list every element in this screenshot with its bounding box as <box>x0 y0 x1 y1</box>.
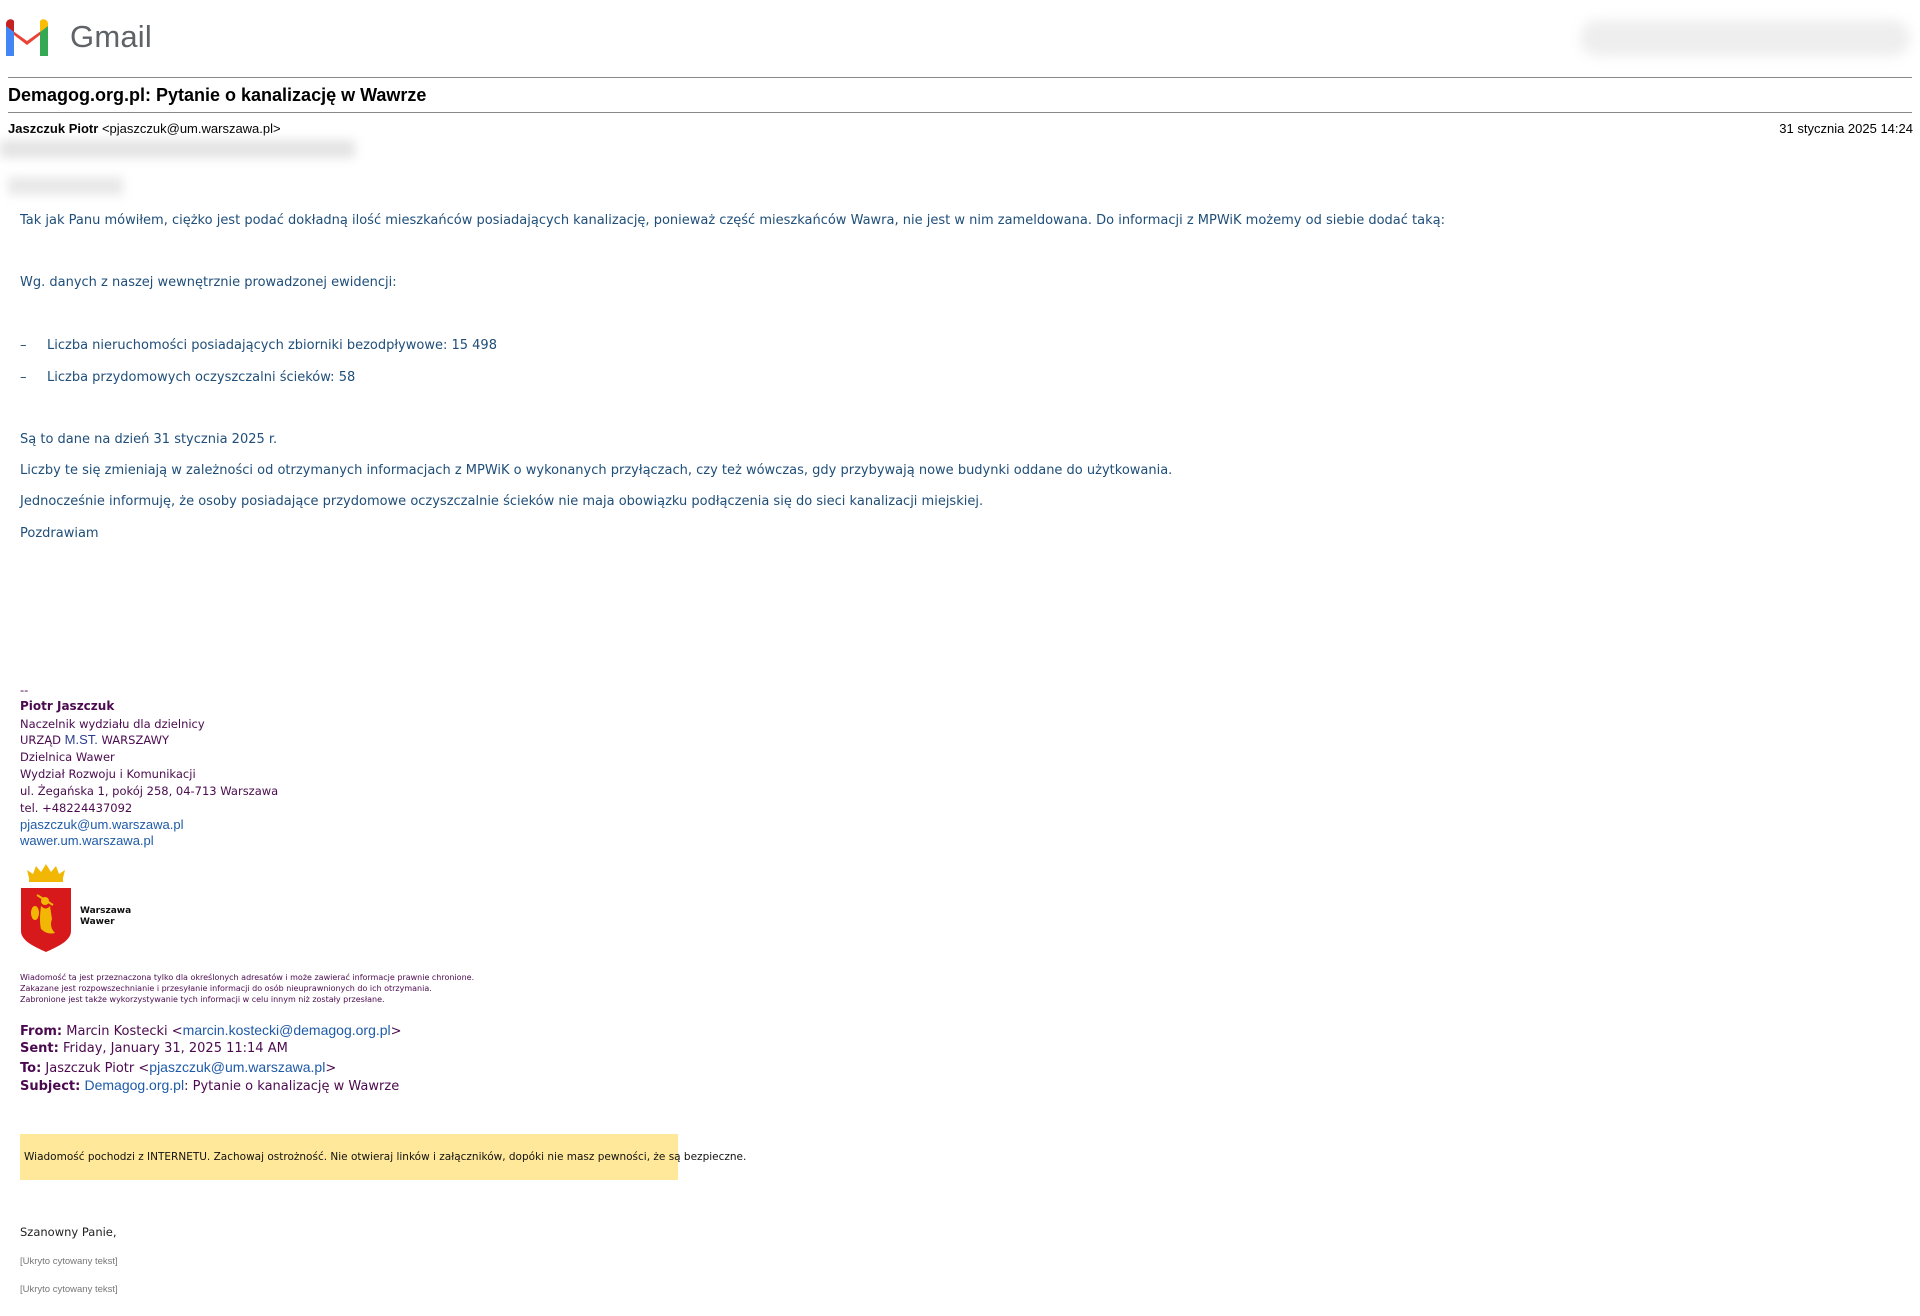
show-quoted-text-link[interactable]: [Ukryto cytowany tekst] <box>20 1284 118 1295</box>
forwarded-sent: Sent: Friday, January 31, 2025 11:14 AM <box>20 1041 288 1056</box>
gmail-wordmark[interactable]: Gmail <box>70 19 152 55</box>
from-email-link[interactable]: marcin.kostecki@demagog.org.pl <box>183 1022 391 1038</box>
to-email-link[interactable]: pjaszczuk@um.warszawa.pl <box>149 1059 325 1075</box>
office-part: M.ST. <box>64 732 98 747</box>
greeting-blurred <box>8 177 123 195</box>
sender-line: Jaszczuk Piotr <pjaszczuk@um.warszawa.pl… <box>8 121 281 136</box>
divider <box>8 77 1912 78</box>
subject-rest: : Pytanie o kanalizację w Wawrze <box>184 1079 400 1094</box>
gmail-logo-icon[interactable] <box>3 18 51 58</box>
from-close: > <box>390 1024 402 1039</box>
recipients-blurred <box>0 140 355 158</box>
from-label: From: <box>20 1024 63 1039</box>
forwarded-to: To: Jaszczuk Piotr <pjaszczuk@um.warszaw… <box>20 1059 336 1076</box>
subject-label: Subject: <box>20 1079 81 1094</box>
office-part: URZĄD <box>20 733 65 747</box>
show-quoted-text-link[interactable]: [Ukryto cytowany tekst] <box>20 1256 118 1267</box>
signature-district: Dzielnica Wawer <box>20 750 115 764</box>
external-email-warning-banner: Wiadomość pochodzi z INTERNETU. Zachowaj… <box>20 1134 746 1180</box>
signature-title: Naczelnik wydziału dla dzielnicy <box>20 717 205 731</box>
message-date: 31 stycznia 2025 14:24 <box>1779 121 1913 136</box>
signature-office: URZĄD M.ST. WARSZAWY <box>20 732 169 747</box>
body-paragraph: Jednocześnie informuję, że osoby posiada… <box>20 494 984 509</box>
body-paragraph: Są to dane na dzień 31 stycznia 2025 r. <box>20 432 278 447</box>
sent-label: Sent: <box>20 1041 59 1056</box>
signature-email-link[interactable]: pjaszczuk@um.warszawa.pl <box>20 817 183 832</box>
top-bar: Gmail <box>0 0 1920 74</box>
closing: Pozdrawiam <box>20 526 99 541</box>
crest-label: Warszawa Wawer <box>80 906 131 928</box>
to-name: Jaszczuk Piotr < <box>41 1061 150 1076</box>
signature-address: ul. Żegańska 1, pokój 258, 04-713 Warsza… <box>20 784 279 798</box>
bullet-item: Liczba przydomowych oczyszczalni ścieków… <box>47 370 356 385</box>
bullet-dash: – <box>20 338 27 353</box>
disclaimer-line: Zakazane jest rozpowszechnianie i przesy… <box>20 984 432 993</box>
message-subject: Demagog.org.pl: Pytanie o kanalizację w … <box>8 85 427 105</box>
signature-separator: -- <box>20 683 29 697</box>
body-paragraph: Liczby te się zmieniają w zależności od … <box>20 463 1173 478</box>
body-paragraph: Tak jak Panu mówiłem, ciężko jest podać … <box>20 213 1445 228</box>
office-part: WARSZAWY <box>97 733 169 747</box>
signature-department: Wydział Rozwoju i Komunikacji <box>20 767 196 781</box>
sent-value: Friday, January 31, 2025 11:14 AM <box>58 1041 288 1056</box>
crest-label-line: Warszawa <box>80 906 132 916</box>
subject-link[interactable]: Demagog.org.pl <box>84 1077 184 1093</box>
bullet-dash: – <box>20 370 27 385</box>
body-paragraph: Wg. danych z naszej wewnętrznie prowadzo… <box>20 275 397 290</box>
signature-name: Piotr Jaszczuk <box>20 699 115 713</box>
bullet-item: Liczba nieruchomości posiadających zbior… <box>47 338 497 353</box>
disclaimer-line: Wiadomość ta jest przeznaczona tylko dla… <box>20 973 475 982</box>
to-label: To: <box>20 1061 42 1076</box>
divider <box>8 112 1912 113</box>
forwarded-subject: Subject: Demagog.org.pl: Pytanie o kanal… <box>20 1077 399 1094</box>
sender-name: Jaszczuk Piotr <box>8 121 99 136</box>
disclaimer-line: Zabronione jest także wykorzystywanie ty… <box>20 995 385 1004</box>
signature-web-link[interactable]: wawer.um.warszawa.pl <box>20 833 154 848</box>
from-name: Marcin Kostecki < <box>62 1024 183 1039</box>
account-info-blurred <box>1580 20 1910 56</box>
sender-email: <pjaszczuk@um.warszawa.pl> <box>101 121 281 136</box>
quoted-greeting: Szanowny Panie, <box>20 1225 117 1239</box>
to-close: > <box>325 1061 337 1076</box>
signature-phone: tel. +48224437092 <box>20 801 133 815</box>
forwarded-from: From: Marcin Kostecki <marcin.kostecki@d… <box>20 1022 402 1039</box>
crest-label-line: Wawer <box>80 917 115 927</box>
